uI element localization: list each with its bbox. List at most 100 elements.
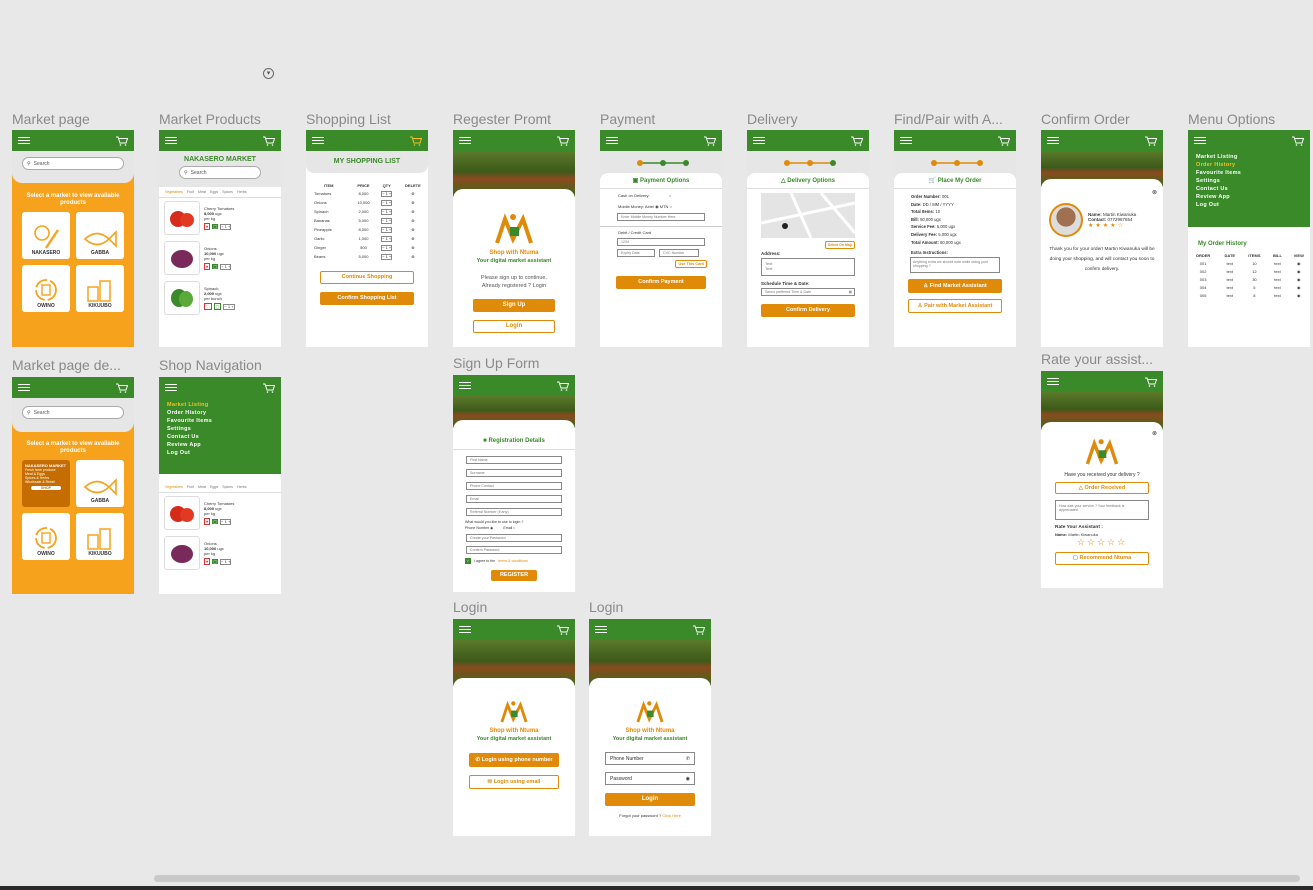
eye-icon[interactable]: ◉	[686, 776, 690, 782]
quantity-stepper[interactable]: − 1 +	[381, 253, 393, 260]
hamburger-menu-icon[interactable]	[165, 136, 177, 145]
market-card-gabba[interactable]: GABBA	[76, 212, 124, 259]
menu-item-favourites[interactable]: Favourite Items	[159, 417, 281, 425]
menu-item-logout[interactable]: Log Out	[1188, 201, 1310, 209]
shop-button[interactable]: SHOP	[31, 486, 61, 490]
delete-icon[interactable]: ⊗	[411, 218, 414, 223]
tab-vegetables[interactable]: Vegetables	[165, 485, 183, 489]
schedule-input[interactable]: Select preffered Time & Date ▦	[761, 288, 855, 296]
hamburger-menu-icon[interactable]	[459, 136, 471, 145]
map-view[interactable]	[761, 193, 855, 238]
cart-icon[interactable]	[998, 136, 1010, 146]
cart-icon[interactable]	[557, 381, 569, 391]
close-icon[interactable]: ⊗	[1152, 189, 1157, 196]
cart-icon[interactable]	[851, 136, 863, 146]
menu-item-settings[interactable]: Settings	[1188, 177, 1310, 185]
add-to-cart-icon[interactable]: ▢	[212, 264, 219, 269]
tab-fruit[interactable]: Fruit	[187, 190, 194, 194]
hamburger-menu-icon[interactable]	[595, 625, 607, 634]
cart-icon[interactable]	[557, 625, 569, 635]
menu-item-contact[interactable]: Contact Us	[159, 433, 281, 441]
confirm-delivery-button[interactable]: Confirm Delivery	[761, 304, 855, 317]
delete-icon[interactable]: ⊗	[411, 209, 414, 214]
menu-item-market-listing[interactable]: Market Listing	[159, 401, 281, 409]
add-to-cart-icon[interactable]: ▢	[213, 303, 222, 310]
hamburger-menu-icon[interactable]	[459, 625, 471, 634]
first-name-field[interactable]: First Name	[466, 456, 562, 464]
market-card-owino[interactable]: OWINO	[22, 265, 70, 312]
tab-meat[interactable]: Meat	[198, 190, 206, 194]
email-field[interactable]: Email	[466, 495, 562, 503]
feedback-input[interactable]: How was your service ? Your feedback is …	[1055, 500, 1149, 520]
tab-spices[interactable]: Spices	[222, 485, 233, 489]
quantity-stepper[interactable]: − 1 +	[381, 226, 393, 233]
cart-icon[interactable]	[693, 625, 705, 635]
cash-option[interactable]: Cash on Delivery: ○	[600, 189, 722, 202]
search-input[interactable]: ⚲ Search	[22, 406, 124, 419]
favourite-heart-icon[interactable]: ♥	[204, 223, 211, 230]
menu-item-contact[interactable]: Contact Us	[1188, 185, 1310, 193]
hamburger-menu-icon[interactable]	[753, 136, 765, 145]
menu-item-logout[interactable]: Log Out	[159, 449, 281, 457]
quantity-stepper[interactable]: − 1 +	[381, 208, 393, 215]
market-card-kikuubo[interactable]: KIKUUBO	[76, 513, 124, 560]
phone-field[interactable]: Phone Contact	[466, 482, 562, 490]
search-input[interactable]: ⚲ Search	[179, 166, 261, 179]
delete-icon[interactable]: ⊗	[411, 200, 414, 205]
favourite-heart-icon[interactable]: ♥	[204, 558, 211, 565]
delete-icon[interactable]: ⊗	[411, 227, 414, 232]
tab-meat[interactable]: Meat	[198, 485, 206, 489]
pair-assistant-button[interactable]: ♙ Pair with Market Assistant	[908, 299, 1002, 314]
cart-icon[interactable]	[410, 136, 422, 146]
delete-icon[interactable]: ⊗	[411, 254, 414, 259]
rating-stars-input[interactable]: ☆☆☆☆☆	[1041, 537, 1163, 548]
use-card-button[interactable]: Use This Card	[675, 260, 707, 268]
delete-icon[interactable]: ⊗	[411, 236, 414, 241]
add-to-cart-icon[interactable]: ▢	[212, 559, 219, 564]
phone-number-input[interactable]: Phone Number ✆	[605, 752, 695, 765]
confirm-shopping-list-button[interactable]: Confirm Shopping List	[320, 292, 414, 305]
eye-icon[interactable]: ◉	[1297, 285, 1301, 290]
confirm-payment-button[interactable]: Confirm Payment	[616, 276, 706, 289]
referral-field[interactable]: Referral Number (if any)	[466, 508, 562, 516]
cart-icon[interactable]	[263, 383, 275, 393]
quantity-stepper[interactable]: − 1 +	[381, 199, 393, 206]
address-input[interactable]: Text Text	[761, 258, 855, 276]
expiry-input[interactable]: Expiry Date	[617, 249, 655, 257]
delete-icon[interactable]: ⊗	[411, 191, 414, 196]
horizontal-scrollbar[interactable]	[154, 875, 1300, 882]
find-assistant-button[interactable]: ♙ Find Market Assistant	[908, 279, 1002, 294]
quantity-stepper[interactable]: − 1 +	[381, 244, 393, 251]
menu-item-review[interactable]: Review App	[159, 441, 281, 449]
tab-herbs[interactable]: Herbs	[237, 485, 247, 489]
quantity-stepper[interactable]: − 1 +	[381, 235, 393, 242]
eye-icon[interactable]: ◉	[1297, 293, 1301, 298]
market-card-gabba[interactable]: GABBA	[76, 460, 124, 507]
surname-field[interactable]: Surname	[466, 469, 562, 477]
menu-item-settings[interactable]: Settings	[159, 425, 281, 433]
delete-icon[interactable]: ⊗	[411, 245, 414, 250]
add-to-cart-icon[interactable]: ▢	[212, 519, 219, 524]
filter-icon[interactable]: ▾	[263, 68, 274, 79]
add-to-cart-icon[interactable]: ▢	[212, 224, 219, 229]
cart-icon[interactable]	[263, 136, 275, 146]
mobile-money-option[interactable]: Mobile Money: Airtel ◉ MTN ○	[600, 202, 722, 211]
tab-eggs[interactable]: Eggs	[210, 190, 218, 194]
tab-herbs[interactable]: Herbs	[237, 190, 247, 194]
market-card-owino[interactable]: OWINO	[22, 513, 70, 560]
quantity-stepper[interactable]: − 1 +	[381, 190, 393, 197]
menu-item-order-history[interactable]: Order History	[159, 409, 281, 417]
mobile-number-input[interactable]: Enter Mobile Money Number Here	[617, 213, 705, 221]
agree-checkbox[interactable]: ✓	[465, 558, 471, 564]
menu-item-market-listing[interactable]: Market Listing	[1188, 153, 1310, 161]
hamburger-menu-icon[interactable]	[18, 383, 30, 392]
login-phone-button[interactable]: ✆ Login using phone number	[469, 753, 559, 767]
tab-vegetables[interactable]: Vegetables	[165, 190, 183, 194]
cart-icon[interactable]	[1145, 377, 1157, 387]
select-map-button[interactable]: Select On Map	[824, 241, 855, 249]
extra-instructions-input[interactable]: Anything extra we should note while doin…	[910, 257, 1000, 274]
login-button[interactable]: Login	[473, 320, 555, 333]
continue-shopping-button[interactable]: Continue Shopping	[320, 271, 414, 284]
market-card-kikuubo[interactable]: KIKUUBO	[76, 265, 124, 312]
hamburger-menu-icon[interactable]	[1047, 136, 1059, 145]
